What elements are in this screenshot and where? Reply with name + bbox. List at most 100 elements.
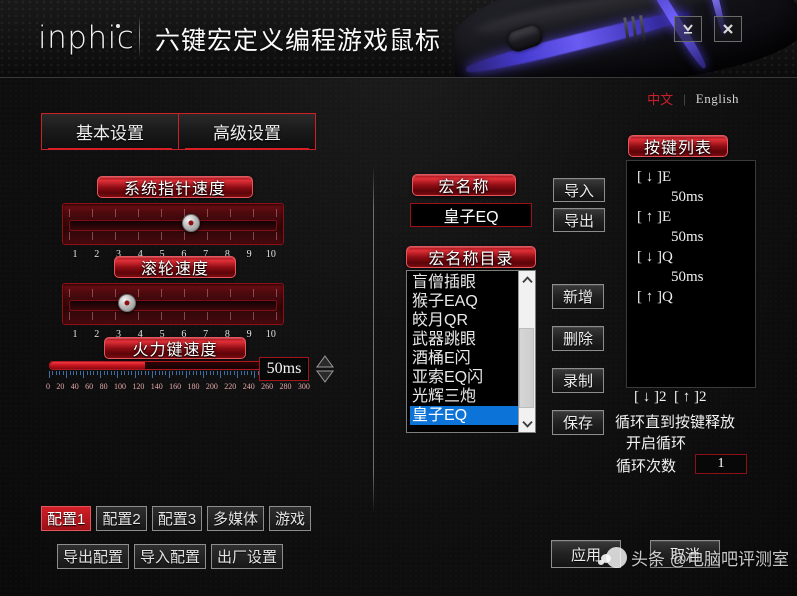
wheel-tick-2: 2 — [94, 329, 100, 340]
close-button[interactable] — [714, 16, 742, 42]
export-button[interactable]: 导出 — [553, 208, 605, 232]
wheel-ticks-bottom — [69, 312, 277, 320]
list-item[interactable]: 光辉三炮 — [410, 387, 518, 406]
tab-basic-settings[interactable]: 基本设置 — [42, 114, 178, 150]
key-list-entry[interactable]: 50ms — [637, 227, 755, 247]
profile-button-game[interactable]: 游戏 — [269, 506, 312, 531]
wheel-speed-slider[interactable] — [62, 283, 284, 325]
pointer-speed-slider[interactable] — [62, 203, 284, 245]
key-list-title: 按键列表 — [628, 135, 728, 157]
wheel-ticks-top — [69, 289, 277, 297]
scrollbar-thumb[interactable] — [519, 328, 534, 408]
list-item[interactable]: 亚索EQ闪 — [410, 368, 518, 387]
macro-name-label: 宏名称 — [412, 174, 516, 196]
language-separator: | — [683, 90, 686, 106]
tab-advanced-settings-label: 高级设置 — [213, 124, 281, 143]
loop-until-release-label[interactable]: 循环直到按键释放 — [615, 411, 735, 432]
fire-tick-260: 260 — [261, 382, 274, 391]
scroll-up-button[interactable] — [518, 271, 535, 288]
fire-speed-increment-button[interactable] — [316, 355, 334, 368]
fire-scale-numbers: 0 20 40 60 80 100 120 140 160 180 200 22… — [46, 382, 310, 391]
title-bar: inphic 六键宏定义编程游戏鼠标 — [0, 0, 797, 78]
fire-speed-stepper — [316, 355, 334, 383]
key-list-entry[interactable]: 50ms — [637, 187, 755, 207]
delete-macro-button[interactable]: 删除 — [552, 326, 604, 351]
macro-list-label: 宏名称目录 — [406, 246, 536, 268]
fire-speed-value[interactable]: 50ms — [259, 357, 309, 381]
key-list-entry[interactable]: [ ↑ ]E — [637, 207, 755, 227]
pointer-speed-label: 系统指针速度 — [97, 176, 253, 198]
save-macro-button[interactable]: 保存 — [552, 410, 604, 435]
stepper-up-icon — [316, 355, 334, 368]
pointer-slider-knob[interactable] — [182, 214, 200, 232]
export-config-button[interactable]: 导出配置 — [57, 544, 130, 569]
wheel-tick-1: 1 — [72, 329, 78, 340]
fire-tick-80: 80 — [99, 382, 108, 391]
fire-tick-40: 40 — [70, 382, 79, 391]
record-macro-button[interactable]: 录制 — [552, 368, 604, 393]
list-item[interactable]: 皎月QR — [410, 311, 518, 330]
macro-list-scrollbar[interactable] — [518, 271, 535, 432]
pointer-tick-10: 10 — [265, 249, 276, 260]
window-controls — [674, 16, 742, 42]
key-list-entry[interactable]: [ ↓ ]E — [637, 167, 755, 187]
close-icon — [723, 24, 733, 34]
loop-count-input[interactable]: 1 — [695, 454, 747, 474]
key-list-entry[interactable]: 50ms — [637, 267, 755, 287]
fire-tick-100: 100 — [113, 382, 126, 391]
macro-list-label-text: 宏名称目录 — [428, 251, 514, 268]
macro-list-items: 盲僧插眼 猴子EAQ 皎月QR 武器跳眼 酒桶E闪 亚索EQ闪 光辉三炮 皇子E… — [407, 271, 518, 432]
cancel-button[interactable]: 取消 — [650, 540, 720, 568]
fire-tick-180: 180 — [187, 382, 200, 391]
list-item[interactable]: 武器跳眼 — [410, 330, 518, 349]
profile-button-1[interactable]: 配置1 — [41, 506, 92, 531]
macro-name-input[interactable]: 皇子EQ — [410, 203, 532, 227]
fire-tick-140: 140 — [150, 382, 163, 391]
wheel-slider-track — [69, 300, 277, 311]
fire-tick-20: 20 — [56, 382, 65, 391]
key-list-panel[interactable]: [ ↓ ]E 50ms [ ↑ ]E 50ms [ ↓ ]Q 50ms [ ↑ … — [626, 160, 756, 388]
application-window: inphic 六键宏定义编程游戏鼠标 中文 | English 基本设置 高级设… — [0, 0, 797, 596]
header-divider — [139, 16, 140, 58]
fire-speed-decrement-button[interactable] — [316, 370, 334, 383]
key-list-entry[interactable]: [ ↑ ]Q — [637, 287, 755, 307]
tab-advanced-settings[interactable]: 高级设置 — [178, 114, 315, 150]
list-item[interactable]: 猴子EAQ — [410, 292, 518, 311]
brand-logo: inphic — [38, 20, 134, 56]
fire-tick-120: 120 — [132, 382, 145, 391]
fire-tick-0: 0 — [46, 382, 50, 391]
language-english[interactable]: English — [696, 91, 739, 107]
list-item[interactable]: 酒桶E闪 — [410, 349, 518, 368]
macro-name-list[interactable]: 盲僧插眼 猴子EAQ 皎月QR 武器跳眼 酒桶E闪 亚索EQ闪 光辉三炮 皇子E… — [406, 270, 536, 433]
pointer-ticks-bottom — [69, 232, 277, 240]
language-chinese[interactable]: 中文 — [647, 89, 673, 108]
profile-button-multimedia[interactable]: 多媒体 — [207, 506, 265, 531]
apply-button[interactable]: 应用 — [551, 540, 621, 568]
wheel-speed-slider-group: 1 2 3 4 5 6 7 8 9 10 — [62, 283, 284, 340]
profile-button-3[interactable]: 配置3 — [151, 506, 203, 531]
list-item[interactable]: 盲僧插眼 — [410, 273, 518, 292]
config-action-buttons: 导出配置 导入配置 出厂设置 — [57, 544, 284, 569]
minimize-button[interactable] — [674, 16, 702, 42]
pointer-tick-9: 9 — [246, 249, 252, 260]
fire-tick-60: 60 — [85, 382, 94, 391]
add-macro-button[interactable]: 新增 — [552, 284, 604, 309]
loop-count-label: 循环次数 — [616, 459, 677, 475]
chevron-up-icon — [521, 275, 533, 283]
import-config-button[interactable]: 导入配置 — [134, 544, 207, 569]
import-button[interactable]: 导入 — [553, 178, 605, 202]
key-list-entry[interactable]: [ ↓ ]Q — [637, 247, 755, 267]
factory-reset-button[interactable]: 出厂设置 — [211, 544, 284, 569]
key-list-footer-keys: [ ↓ ]2 [ ↑ ]2 — [634, 389, 707, 405]
settings-tabs: 基本设置 高级设置 — [41, 113, 316, 150]
wheel-speed-label: 滚轮速度 — [114, 256, 236, 278]
wheel-slider-knob[interactable] — [118, 294, 136, 312]
section-divider — [373, 165, 374, 513]
enable-loop-label[interactable]: 开启循环 — [626, 432, 686, 453]
list-item-selected[interactable]: 皇子EQ — [410, 406, 518, 425]
fire-tick-160: 160 — [169, 382, 182, 391]
key-list-title-text: 按键列表 — [643, 140, 712, 157]
scroll-down-button[interactable] — [518, 415, 535, 432]
fire-tick-240: 240 — [242, 382, 255, 391]
profile-button-2[interactable]: 配置2 — [96, 506, 147, 531]
